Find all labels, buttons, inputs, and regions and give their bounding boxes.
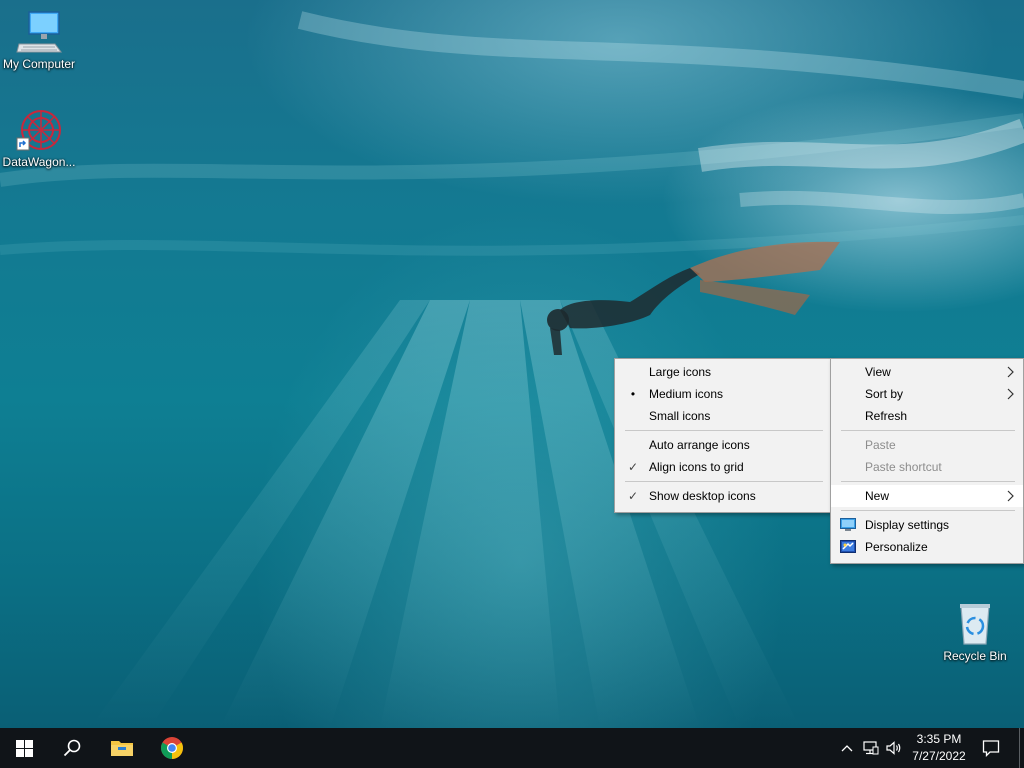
- show-desktop-button[interactable]: [1019, 728, 1020, 768]
- display-settings-icon: [840, 518, 856, 531]
- menu-item-label: Medium icons: [649, 387, 724, 401]
- menu-separator: [841, 430, 1015, 431]
- menu-item-label: Personalize: [865, 540, 928, 554]
- menu-item-label: Display settings: [865, 518, 950, 532]
- menu-item-medium-icons[interactable]: • Medium icons: [615, 383, 831, 405]
- menu-item-label: New: [865, 489, 890, 503]
- chevron-up-icon: [841, 745, 853, 752]
- menu-item-label: View: [865, 365, 891, 379]
- menu-item-align-icons-to-grid[interactable]: ✓ Align icons to grid: [615, 456, 831, 478]
- menu-item-paste: Paste: [831, 434, 1023, 456]
- clock-time: 3:35 PM: [916, 732, 962, 746]
- file-explorer-button[interactable]: [98, 728, 146, 768]
- menu-item-label: Align icons to grid: [649, 460, 744, 474]
- chevron-right-icon: [1007, 490, 1014, 502]
- volume-icon: [886, 741, 901, 755]
- view-submenu: Large icons • Medium icons Small icons A…: [614, 358, 832, 513]
- menu-item-paste-shortcut: Paste shortcut: [831, 456, 1023, 478]
- show-hidden-icons-button[interactable]: [838, 738, 856, 758]
- file-explorer-icon: [111, 741, 133, 756]
- checkmark-icon: ✓: [627, 460, 639, 474]
- action-center-icon: [982, 740, 1000, 757]
- network-icon: [863, 741, 879, 755]
- menu-item-label: Large icons: [649, 365, 712, 379]
- menu-item-auto-arrange-icons[interactable]: Auto arrange icons: [615, 434, 831, 456]
- menu-item-label: Paste shortcut: [865, 460, 942, 474]
- volume-button[interactable]: [886, 738, 904, 758]
- start-icon: [15, 739, 33, 757]
- menu-item-label: Small icons: [649, 409, 711, 423]
- taskbar-clock[interactable]: 3:35 PM 7/27/2022: [904, 731, 974, 765]
- recycle-bin-icon: [960, 604, 990, 645]
- chevron-right-icon: [1007, 366, 1014, 378]
- checkmark-icon: ✓: [627, 489, 639, 503]
- start-button[interactable]: [0, 728, 48, 768]
- computer-icon: [16, 11, 62, 53]
- personalize-icon: [840, 540, 856, 553]
- action-center-button[interactable]: [968, 728, 1014, 768]
- desktop-icon-label: DataWagon...: [2, 155, 76, 169]
- clock-date: 7/27/2022: [912, 749, 966, 763]
- menu-item-refresh[interactable]: Refresh: [831, 405, 1023, 427]
- menu-item-small-icons[interactable]: Small icons: [615, 405, 831, 427]
- taskbar: 3:35 PM 7/27/2022: [0, 728, 1024, 768]
- desktop-icon-label: Recycle Bin: [943, 649, 1007, 663]
- desktop-icon-label: My Computer: [2, 57, 76, 71]
- bullet-icon: •: [630, 387, 636, 401]
- menu-item-label: Refresh: [865, 409, 908, 423]
- menu-item-label: Sort by: [865, 387, 904, 401]
- menu-item-large-icons[interactable]: Large icons: [615, 361, 831, 383]
- menu-separator: [625, 430, 823, 431]
- datawagon-icon: [16, 110, 61, 151]
- desktop-icon-my-computer[interactable]: My Computer: [0, 10, 78, 71]
- menu-item-display-settings[interactable]: Display settings: [831, 514, 1023, 536]
- desktop-icon-datawagon[interactable]: DataWagon...: [0, 108, 78, 169]
- search-icon: [63, 739, 81, 757]
- wallpaper-diver: [547, 241, 840, 355]
- menu-item-label: Auto arrange icons: [649, 438, 750, 452]
- menu-separator: [841, 510, 1015, 511]
- desktop-icon-recycle-bin[interactable]: Recycle Bin: [936, 602, 1014, 663]
- menu-item-mark: [625, 405, 641, 427]
- menu-item-personalize[interactable]: Personalize: [831, 536, 1023, 558]
- menu-item-label: Show desktop icons: [649, 489, 756, 503]
- network-button[interactable]: [862, 738, 880, 758]
- menu-item-new[interactable]: New: [831, 485, 1023, 507]
- chrome-button[interactable]: [148, 728, 196, 768]
- menu-separator: [625, 481, 823, 482]
- search-button[interactable]: [48, 728, 96, 768]
- chevron-right-icon: [1007, 388, 1014, 400]
- menu-item-mark: [625, 434, 641, 456]
- chrome-icon: [161, 737, 183, 759]
- menu-item-sort-by[interactable]: Sort by: [831, 383, 1023, 405]
- menu-item-view[interactable]: View: [831, 361, 1023, 383]
- menu-item-label: Paste: [865, 438, 896, 452]
- menu-item-show-desktop-icons[interactable]: ✓ Show desktop icons: [615, 485, 831, 507]
- menu-item-mark: [625, 361, 641, 383]
- desktop-context-menu: View Sort by Refresh Paste Paste shortcu…: [830, 358, 1024, 564]
- menu-separator: [841, 481, 1015, 482]
